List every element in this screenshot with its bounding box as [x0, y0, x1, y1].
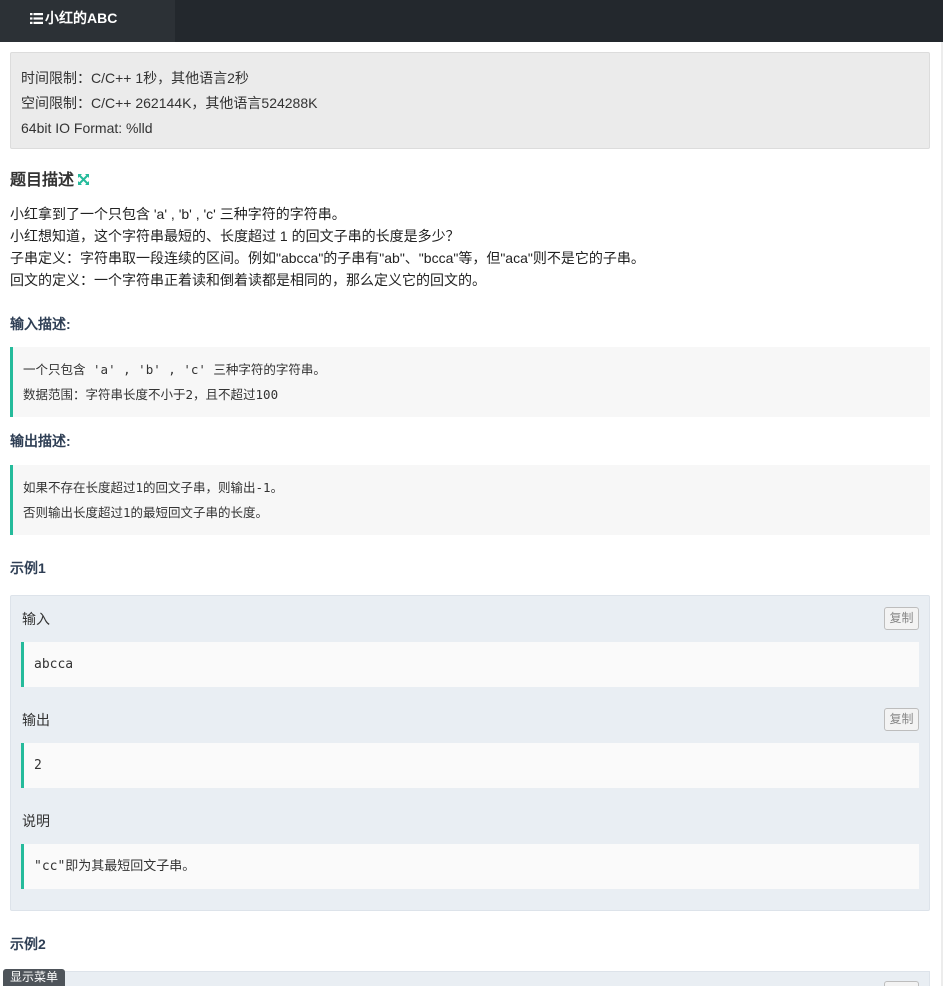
example2-panel: [10, 971, 930, 986]
problem-tab[interactable]: 小红的ABC: [0, 0, 175, 42]
show-menu-button[interactable]: 显示菜单: [3, 969, 65, 986]
copy-input-button[interactable]: 复制: [884, 607, 919, 630]
example-input-value: abcca: [21, 642, 919, 687]
list-icon: [30, 13, 43, 24]
example-note-label: 说明: [22, 813, 50, 829]
description-line: 小红拿到了一个只包含 'a' , 'b' , 'c' 三种字符的字符串。: [10, 206, 346, 222]
example-note-value: "cc"即为其最短回文子串。: [21, 844, 919, 889]
input-desc-title: 输入描述:: [10, 316, 71, 332]
example-output-value: 2: [21, 743, 919, 788]
example1-panel: 输入 复制 abcca 输出 复制 2 说明 "cc"即为其最短回文子串。: [10, 595, 930, 911]
input-desc-box: 一个只包含 'a' , 'b' , 'c' 三种字符的字符串。 数据范围：字符串…: [10, 347, 930, 417]
example2-title: 示例2: [10, 936, 46, 952]
output-desc-box: 如果不存在长度超过1的回文子串，则输出-1。 否则输出长度超过1的最短回文子串的…: [10, 465, 930, 535]
output-desc-line: 如果不存在长度超过1的回文子串，则输出-1。: [23, 480, 284, 495]
top-bar: 小红的ABC: [0, 0, 943, 42]
output-desc-title: 输出描述:: [10, 433, 71, 449]
expand-icon[interactable]: [77, 173, 90, 186]
example1-title: 示例1: [10, 560, 46, 576]
space-limit: 空间限制：C/C++ 262144K，其他语言524288K: [21, 95, 318, 111]
copy-output-button[interactable]: 复制: [884, 708, 919, 731]
limits-box: 时间限制：C/C++ 1秒，其他语言2秒 空间限制：C/C++ 262144K，…: [10, 52, 930, 149]
output-desc-line: 否则输出长度超过1的最短回文子串的长度。: [23, 505, 269, 520]
problem-description: 小红拿到了一个只包含 'a' , 'b' , 'c' 三种字符的字符串。 小红想…: [10, 203, 930, 291]
description-line: 小红想知道，这个字符串最短的、长度超过 1 的回文子串的长度是多少？: [10, 228, 460, 244]
description-line: 回文的定义：一个字符串正着读和倒着读都是相同的，那么定义它的回文的。: [10, 272, 486, 288]
time-limit: 时间限制：C/C++ 1秒，其他语言2秒: [21, 70, 249, 86]
description-heading: 题目描述: [10, 170, 90, 192]
copy-example2-button[interactable]: [884, 981, 919, 986]
input-desc-line: 一个只包含 'a' , 'b' , 'c' 三种字符的字符串。: [23, 362, 326, 377]
description-line: 子串定义：字符串取一段连续的区间。例如"abcca"的子串有"ab"、"bcca…: [10, 250, 645, 266]
description-title: 题目描述: [10, 172, 75, 189]
example-output-label: 输出: [22, 712, 50, 728]
input-desc-line: 数据范围：字符串长度不小于2，且不超过100: [23, 387, 279, 402]
example-input-label: 输入: [22, 611, 50, 627]
io-format: 64bit IO Format: %lld: [21, 120, 153, 136]
problem-tab-label: 小红的ABC: [45, 10, 118, 26]
